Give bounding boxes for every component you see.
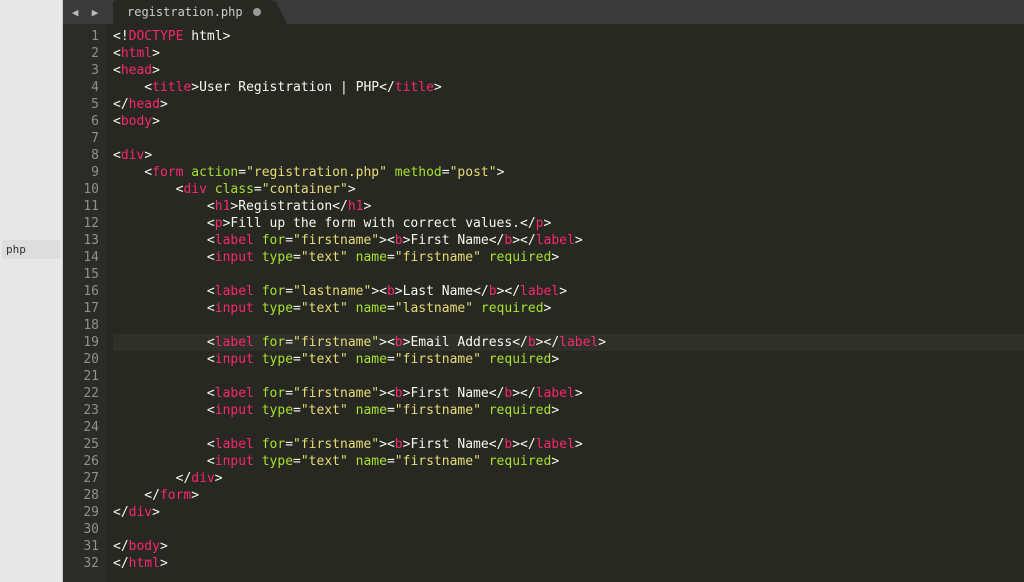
code-line[interactable]: <p>Fill up the form with correct values.…: [113, 215, 1024, 232]
tab-registration[interactable]: registration.php: [113, 0, 275, 24]
line-number: 3: [63, 62, 99, 79]
line-number: 14: [63, 249, 99, 266]
editor-main: ◀ ▶ registration.php 1234567891011121314…: [63, 0, 1024, 582]
code-line[interactable]: </div>: [113, 504, 1024, 521]
code-line[interactable]: [113, 317, 1024, 334]
code-line[interactable]: <label for="firstname"><b>First Name</b>…: [113, 385, 1024, 402]
line-number: 7: [63, 130, 99, 147]
code-line[interactable]: [113, 266, 1024, 283]
code-line[interactable]: <div class="container">: [113, 181, 1024, 198]
code-line[interactable]: </body>: [113, 538, 1024, 555]
line-number: 9: [63, 164, 99, 181]
line-number: 30: [63, 521, 99, 538]
sidebar-file-label: php: [6, 243, 26, 256]
code-line[interactable]: <!DOCTYPE html>: [113, 28, 1024, 45]
line-number: 15: [63, 266, 99, 283]
app-root: php ◀ ▶ registration.php 123456789101112…: [0, 0, 1024, 582]
code-line[interactable]: [113, 419, 1024, 436]
code-line[interactable]: [113, 368, 1024, 385]
line-number: 1: [63, 28, 99, 45]
line-number: 26: [63, 453, 99, 470]
code-line[interactable]: <input type="text" name="firstname" requ…: [113, 351, 1024, 368]
line-number: 22: [63, 385, 99, 402]
line-number: 5: [63, 96, 99, 113]
code-line[interactable]: <label for="firstname"><b>First Name</b>…: [113, 436, 1024, 453]
code-line[interactable]: <h1>Registration</h1>: [113, 198, 1024, 215]
line-number: 21: [63, 368, 99, 385]
file-sidebar[interactable]: php: [0, 0, 63, 582]
code-line[interactable]: <label for="firstname"><b>First Name</b>…: [113, 232, 1024, 249]
line-number: 4: [63, 79, 99, 96]
code-line[interactable]: <head>: [113, 62, 1024, 79]
line-number: 12: [63, 215, 99, 232]
editor-area[interactable]: 1234567891011121314151617181920212223242…: [63, 24, 1024, 582]
code-line[interactable]: <title>User Registration | PHP</title>: [113, 79, 1024, 96]
line-number: 6: [63, 113, 99, 130]
code-line[interactable]: [113, 130, 1024, 147]
code-line[interactable]: [113, 521, 1024, 538]
nav-forward-icon[interactable]: ▶: [87, 4, 103, 20]
code-content[interactable]: <!DOCTYPE html><html><head> <title>User …: [107, 24, 1024, 582]
line-number-gutter: 1234567891011121314151617181920212223242…: [63, 24, 107, 582]
sidebar-file-item[interactable]: php: [2, 240, 60, 259]
code-line[interactable]: <input type="text" name="firstname" requ…: [113, 249, 1024, 266]
code-line[interactable]: <form action="registration.php" method="…: [113, 164, 1024, 181]
line-number: 18: [63, 317, 99, 334]
tab-filename: registration.php: [127, 5, 243, 19]
line-number: 28: [63, 487, 99, 504]
code-line[interactable]: <div>: [113, 147, 1024, 164]
line-number: 11: [63, 198, 99, 215]
code-line[interactable]: </html>: [113, 555, 1024, 572]
code-line[interactable]: <label for="lastname"><b>Last Name</b></…: [113, 283, 1024, 300]
line-number: 17: [63, 300, 99, 317]
line-number: 13: [63, 232, 99, 249]
tab-bar: registration.php: [113, 0, 1024, 24]
line-number: 24: [63, 419, 99, 436]
code-line[interactable]: <input type="text" name="firstname" requ…: [113, 402, 1024, 419]
line-number: 2: [63, 45, 99, 62]
tab-dirty-dot-icon: [253, 8, 261, 16]
code-line[interactable]: <label for="firstname"><b>Email Address<…: [113, 334, 1024, 351]
code-line[interactable]: </form>: [113, 487, 1024, 504]
code-line[interactable]: </head>: [113, 96, 1024, 113]
line-number: 29: [63, 504, 99, 521]
nav-back-icon[interactable]: ◀: [67, 4, 83, 20]
code-line[interactable]: <input type="text" name="lastname" requi…: [113, 300, 1024, 317]
line-number: 16: [63, 283, 99, 300]
line-number: 27: [63, 470, 99, 487]
code-line[interactable]: <html>: [113, 45, 1024, 62]
line-number: 25: [63, 436, 99, 453]
line-number: 32: [63, 555, 99, 572]
line-number: 8: [63, 147, 99, 164]
code-line[interactable]: </div>: [113, 470, 1024, 487]
line-number: 31: [63, 538, 99, 555]
line-number: 20: [63, 351, 99, 368]
code-line[interactable]: <input type="text" name="firstname" requ…: [113, 453, 1024, 470]
code-line[interactable]: <body>: [113, 113, 1024, 130]
line-number: 23: [63, 402, 99, 419]
line-number: 10: [63, 181, 99, 198]
line-number: 19: [63, 334, 99, 351]
